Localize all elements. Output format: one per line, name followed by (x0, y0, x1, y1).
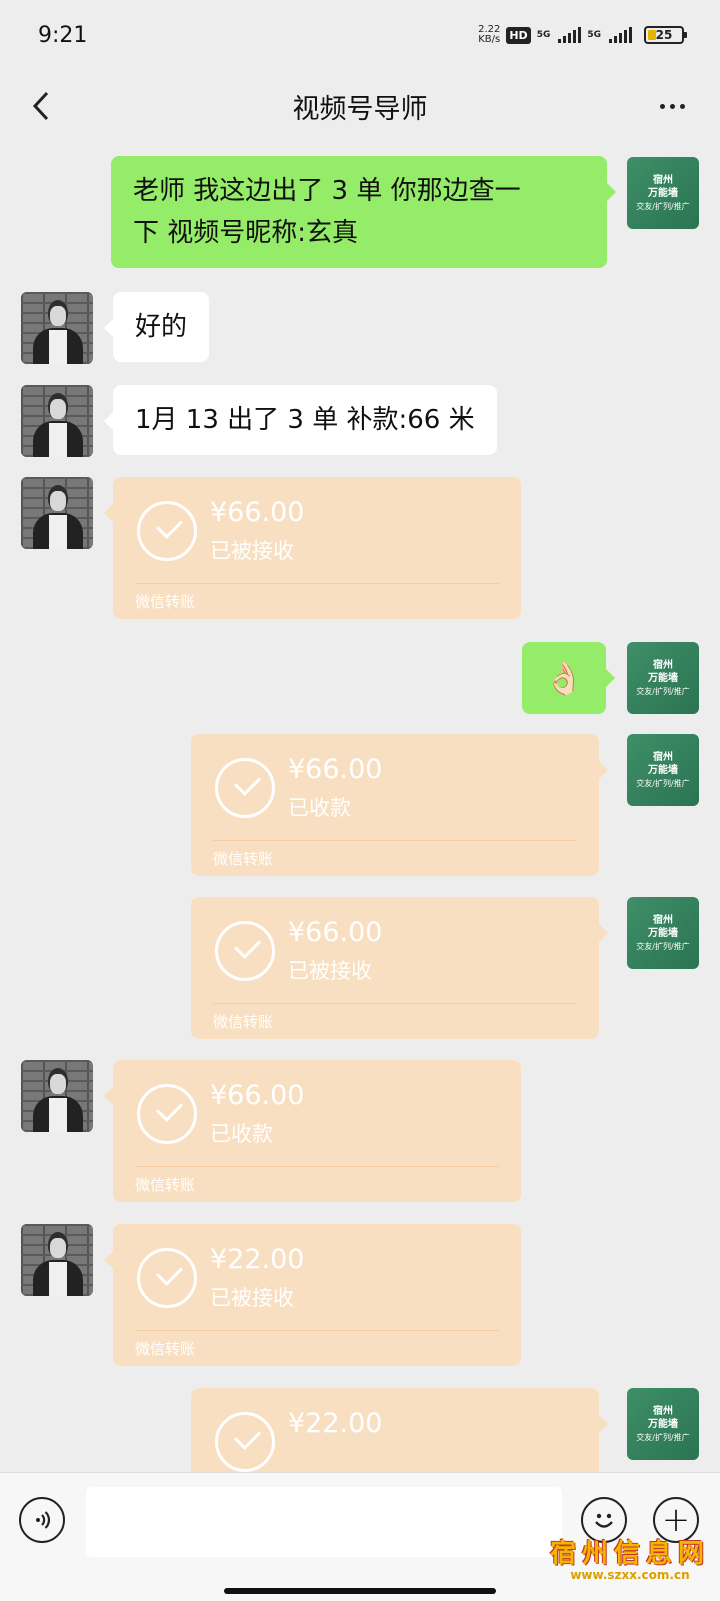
back-button[interactable] (24, 88, 60, 124)
divider (135, 1166, 499, 1167)
signal-label-1: 5G (536, 30, 551, 40)
chat-title: 视频号导师 (292, 93, 428, 125)
divider (213, 1003, 577, 1004)
plus-icon: + (661, 1500, 691, 1540)
more-button[interactable] (652, 88, 692, 124)
avatar-text-2: 万能墙 (648, 187, 678, 199)
message-text: 好的 (135, 312, 188, 342)
transfer-label: 微信转账 (135, 1340, 196, 1358)
signal-label-2: 5G (587, 30, 601, 40)
message-text: 1月 13 出了 3 单 补款:66 米 (135, 405, 475, 435)
status-time: 9:21 (38, 22, 88, 48)
check-circle-icon (137, 501, 197, 561)
message-bubble-sent[interactable]: 👌🏻 (522, 642, 615, 714)
transfer-card[interactable]: ¥22.00 (191, 1388, 608, 1472)
self-avatar[interactable]: 宿州 万能墙 交友/扩列/推广 (627, 897, 699, 969)
transfer-card[interactable]: ¥22.00 已被接收 微信转账 (104, 1224, 521, 1366)
home-indicator[interactable] (224, 1588, 496, 1594)
transfer-amount: ¥22.00 (210, 1244, 305, 1275)
network-speed: 2.22 KB/s (478, 25, 500, 45)
check-circle-icon (137, 1248, 197, 1308)
transfer-label: 微信转账 (213, 1013, 274, 1031)
smiley-icon (595, 1513, 613, 1528)
transfer-label: 微信转账 (135, 1176, 196, 1194)
watermark-url: www.szxx.com.cn (570, 1568, 690, 1582)
avatar-text-1: 宿州 (653, 174, 673, 186)
contact-avatar[interactable] (21, 1060, 93, 1132)
contact-avatar[interactable] (21, 477, 93, 549)
battery-level: 25 (655, 28, 673, 42)
transfer-amount: ¥66.00 (288, 917, 383, 948)
transfer-amount: ¥66.00 (210, 497, 305, 528)
transfer-card[interactable]: ¥66.00 已被接收 微信转账 (191, 897, 608, 1039)
check-circle-icon (215, 921, 275, 981)
watermark-title: 宿州信息网 (549, 1539, 710, 1569)
transfer-label: 微信转账 (213, 850, 274, 868)
message-text-line: 老师 我这边出了 3 单 你那边查一 (133, 176, 521, 206)
transfer-status: 已被接收 (210, 539, 294, 563)
transfer-status: 已被接收 (288, 959, 372, 983)
chevron-left-icon (32, 91, 49, 121)
transfer-card[interactable]: ¥66.00 已被接收 微信转账 (104, 477, 521, 619)
self-avatar[interactable]: 宿州 万能墙 交友/扩列/推广 (627, 734, 699, 806)
message-list[interactable]: 宿州 万能墙 交友/扩列/推广 老师 我这边出了 3 单 你那边查一 下 视频号… (0, 142, 720, 1472)
transfer-status: 已收款 (210, 1122, 273, 1146)
watermark: 宿州信息网 www.szxx.com.cn (550, 1541, 710, 1581)
self-avatar[interactable]: 宿州 万能墙 交友/扩列/推广 (627, 642, 699, 714)
transfer-status: 已收款 (288, 796, 351, 820)
transfer-amount: ¥66.00 (288, 754, 383, 785)
chat-header: 视频号导师 (0, 70, 720, 142)
voice-icon (36, 1511, 50, 1529)
transfer-amount: ¥22.00 (288, 1408, 383, 1439)
emoji-button[interactable] (581, 1497, 627, 1543)
transfer-amount: ¥66.00 (210, 1080, 305, 1111)
transfer-card[interactable]: ¥66.00 已收款 微信转账 (191, 734, 608, 876)
check-circle-icon (215, 1412, 275, 1472)
network-speed-unit: KB/s (478, 34, 501, 45)
self-avatar[interactable]: 宿州 万能墙 交友/扩列/推广 (627, 157, 699, 229)
divider (213, 840, 577, 841)
signal-icon (558, 27, 582, 43)
hd-icon: HD (506, 26, 531, 44)
status-indicators: 2.22 KB/s HD 5G 5G 25 (478, 25, 687, 45)
status-bar: 9:21 2.22 KB/s HD 5G 5G 25 (0, 0, 720, 70)
plus-button[interactable]: + (653, 1497, 699, 1543)
check-circle-icon (215, 758, 275, 818)
input-bar: + 宿州信息网 www.szxx.com.cn (0, 1472, 720, 1601)
voice-button[interactable] (19, 1497, 65, 1543)
divider (135, 583, 499, 584)
divider (135, 1330, 499, 1331)
message-bubble-sent[interactable]: 老师 我这边出了 3 单 你那边查一 下 视频号昵称:玄真 (111, 156, 616, 268)
transfer-status: 已被接收 (210, 1286, 294, 1310)
transfer-label: 微信转账 (135, 593, 196, 611)
signal-icon (609, 27, 632, 43)
check-circle-icon (137, 1084, 197, 1144)
message-bubble-received[interactable]: 1月 13 出了 3 单 补款:66 米 (104, 385, 497, 455)
message-input[interactable] (86, 1487, 562, 1557)
battery-icon: 25 (644, 26, 687, 44)
contact-avatar[interactable] (21, 292, 93, 364)
ok-hand-icon: 👌🏻 (544, 659, 584, 697)
contact-avatar[interactable] (21, 1224, 93, 1296)
more-horizontal-icon (659, 103, 665, 109)
self-avatar[interactable]: 宿州 万能墙 交友/扩列/推广 (627, 1388, 699, 1460)
avatar-text-3: 交友/扩列/推广 (636, 201, 690, 211)
message-bubble-received[interactable]: 好的 (103, 292, 210, 362)
message-text-line: 下 视频号昵称:玄真 (133, 218, 359, 248)
transfer-card[interactable]: ¥66.00 已收款 微信转账 (104, 1060, 521, 1202)
contact-avatar[interactable] (21, 385, 93, 457)
